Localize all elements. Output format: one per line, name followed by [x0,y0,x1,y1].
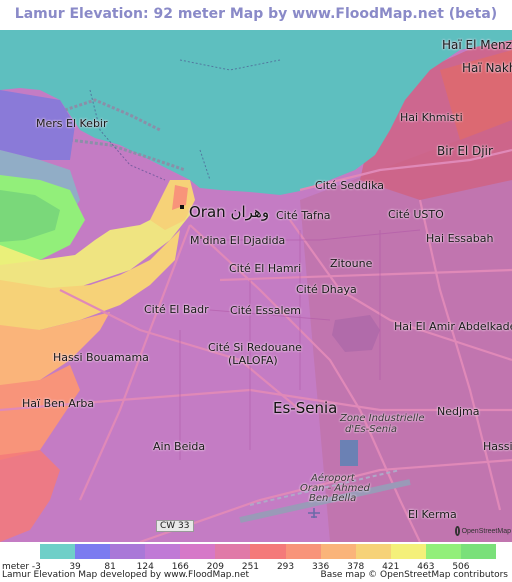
place-cite-usto: Cité USTO [388,208,444,221]
place-mdina-el-djadida: M'dina El Djadida [190,234,286,247]
place-hai-ben-arba: Haï Ben Arba [22,397,95,410]
footer-credit: Lamur Elevation Map developed by www.Flo… [2,570,250,580]
place-bir-el-djir: Bir El Djir [437,144,493,158]
legend-swatch [180,544,216,559]
place-nedjma: Nedjma [437,405,480,418]
reservoir [340,440,358,466]
place-ben-bella: Ben Bella [309,493,357,504]
place-cite-el-hamri: Cité El Hamri [229,262,302,275]
map-canvas [0,30,512,542]
legend-swatch [250,544,287,559]
place-cite-tafna: Cité Tafna [276,209,331,222]
place-cite-dhaya: Cité Dhaya [296,283,357,296]
place-hai-el-amir: Hai El Amir Abdelkader [394,320,512,333]
place-hai-el-menzah: Haï El Menzah [442,38,512,52]
legend-swatch [215,544,251,559]
legend-swatch [40,544,76,559]
place-cite-seddika: Cité Seddika [315,179,385,192]
legend-swatch [355,544,392,559]
road-cw33: CW 33 [156,520,194,532]
place-hai-khmisti: Hai Khmisti [400,111,463,124]
place-zone-industrielle: Zone Industrielle [340,413,425,424]
place-cite-el-badr: Cité El Badr [144,303,209,316]
legend-swatch [460,544,497,559]
place-hai-nakhil: Haï Nakhil [462,61,512,75]
place-el-kerma: El Kerma [408,508,457,521]
place-hassi-bouamama: Hassi Bouamama [53,351,149,364]
legend-swatch [285,544,322,559]
footer-attribution: Base map © OpenStreetMap contributors [320,570,508,580]
place-ain-beida: Ain Beida [153,440,206,453]
place-hai-essabah: Hai Essabah [426,232,494,245]
place-es-senia: Es-Senia [273,399,338,417]
place-cite-essalem: Cité Essalem [230,304,302,317]
map-title: Lamur Elevation: 92 meter Map by www.Flo… [14,6,498,22]
legend-tick-label: 293 [276,562,295,572]
magnifier-icon [455,526,460,536]
place-oran: Oran وهران [189,203,270,221]
oran-marker [180,205,184,209]
openstreetmap-logo: OpenStreetMap [455,523,511,539]
elevation-map[interactable]: Haï El Menzah Haï Nakhil Mers El Kebir H… [0,30,512,542]
place-cite-si-redouane: Cité Si Redouane [208,341,302,354]
legend-swatch [110,544,146,559]
legend-swatch [390,544,427,559]
place-hassi: Hassi [483,440,512,453]
legend-swatch [145,544,181,559]
legend-swatch [425,544,462,559]
place-zitoune: Zitoune [330,257,373,270]
legend-swatch [75,544,111,559]
place-lalofa: (LALOFA) [228,354,278,367]
place-d-es-senia: d'Es-Senia [345,424,397,435]
place-mers-el-kebir: Mers El Kebir [36,117,108,130]
legend-swatch [320,544,357,559]
